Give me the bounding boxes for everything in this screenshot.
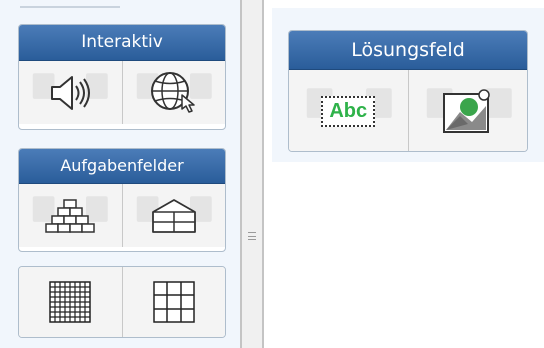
brick-pyramid-button[interactable] (19, 184, 122, 247)
panel-interaktiv: Interaktiv (18, 24, 226, 130)
text-field-button[interactable]: Abc (289, 70, 408, 151)
image-field-button[interactable] (407, 70, 527, 151)
house-grid-icon (151, 198, 196, 233)
fine-grid-icon (49, 281, 91, 323)
left-sidebar: Interaktiv Aufgabenfelder (0, 0, 240, 348)
panel-interaktiv-title: Interaktiv (19, 25, 225, 61)
globe-cursor-icon (150, 71, 195, 113)
panel-aufgabenfelder-title: Aufgabenfelder (19, 149, 225, 184)
house-grid-button[interactable] (121, 184, 225, 247)
text-field-icon: Abc (321, 95, 376, 127)
grip-icon (248, 232, 256, 240)
globe-button[interactable] (121, 61, 225, 124)
divider (20, 6, 120, 8)
splitter-handle[interactable] (240, 0, 264, 348)
panel-aufgabenfelder: Aufgabenfelder (18, 148, 226, 252)
speaker-button[interactable] (19, 61, 122, 124)
image-field-icon (442, 89, 490, 133)
coarse-grid-icon (153, 281, 195, 323)
speaker-icon (51, 75, 91, 110)
fine-grid-button[interactable] (19, 267, 122, 337)
panel-loesungsfeld: Lösungsfeld Abc (288, 30, 528, 152)
brick-pyramid-icon (45, 198, 95, 233)
coarse-grid-button[interactable] (121, 267, 225, 337)
panel-grids (18, 266, 226, 338)
panel-loesungsfeld-title: Lösungsfeld (289, 31, 527, 70)
